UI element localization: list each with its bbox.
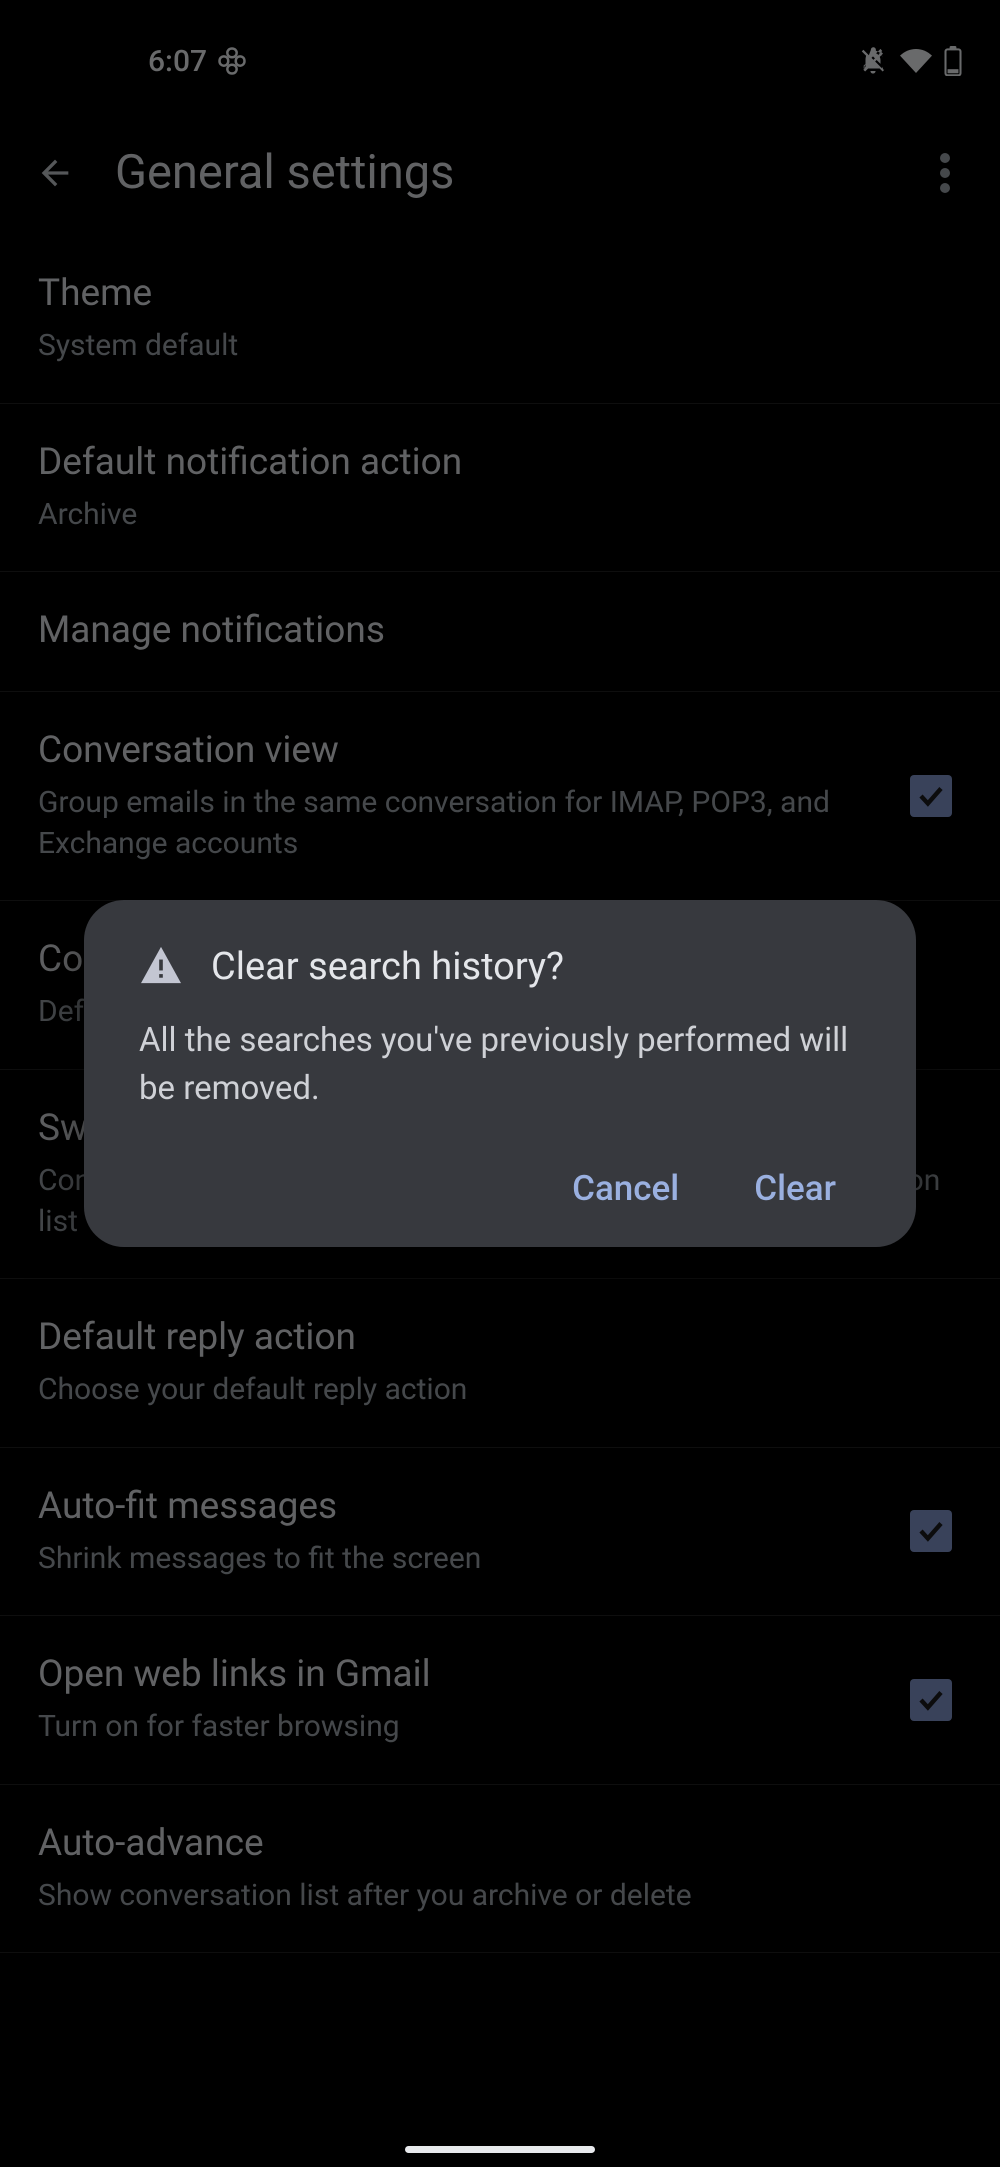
warning-icon	[139, 945, 183, 989]
home-indicator[interactable]	[405, 2146, 595, 2153]
dialog-body: All the searches you've previously perfo…	[139, 1017, 861, 1113]
clear-button[interactable]: Clear	[754, 1168, 836, 1209]
cancel-button[interactable]: Cancel	[572, 1168, 679, 1209]
dialog-actions: Cancel Clear	[139, 1168, 861, 1209]
dialog-header: Clear search history?	[139, 945, 861, 989]
dialog-title: Clear search history?	[211, 945, 564, 989]
clear-search-history-dialog: Clear search history? All the searches y…	[84, 900, 916, 1247]
